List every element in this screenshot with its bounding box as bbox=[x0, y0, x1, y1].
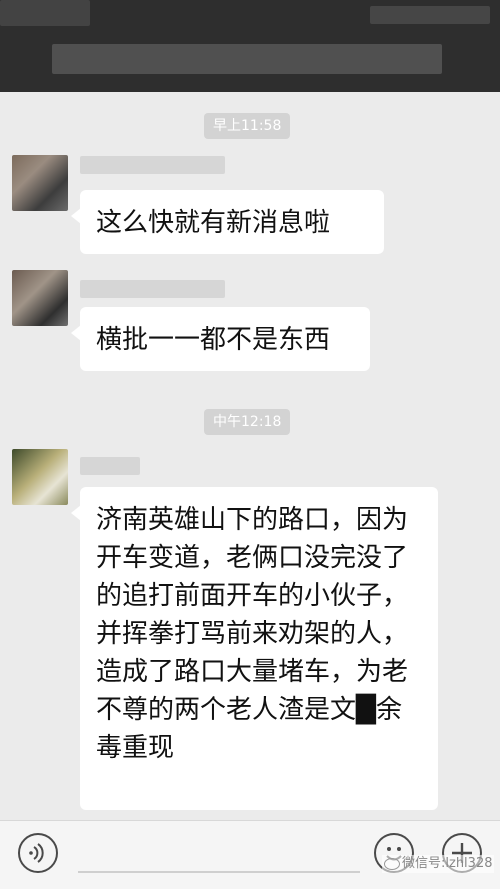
sender-name-blurred bbox=[80, 156, 225, 174]
sender-avatar[interactable] bbox=[12, 155, 68, 211]
sender-name-blurred bbox=[80, 457, 140, 475]
watermark-text: 微信号:lzhl328 bbox=[402, 856, 493, 871]
message-bubble[interactable]: 横批一一都不是东西 bbox=[71, 307, 370, 371]
voice-icon[interactable] bbox=[18, 833, 58, 873]
message-bubble[interactable]: 济南英雄山下的路口，因为开车变道，老俩口没完没了的追打前面开车的小伙子，并挥拳打… bbox=[71, 487, 438, 810]
message-bubble[interactable]: 这么快就有新消息啦 bbox=[71, 190, 384, 254]
chat-title-blurred bbox=[52, 44, 442, 74]
sender-avatar[interactable] bbox=[12, 270, 68, 326]
message-text: 济南英雄山下的路口，因为开车变道，老俩口没完没了的追打前面开车的小伙子，并挥拳打… bbox=[96, 505, 409, 763]
message-input[interactable] bbox=[78, 871, 360, 873]
message-text: 这么快就有新消息啦 bbox=[96, 208, 331, 238]
status-bar-right-blurred bbox=[370, 6, 490, 24]
sender-name-blurred bbox=[80, 280, 225, 298]
status-bar-left-blurred bbox=[0, 0, 90, 26]
sender-avatar[interactable] bbox=[12, 449, 68, 505]
timestamp-chip: 早上11:58 bbox=[204, 113, 291, 139]
wechat-watermark: 微信号:lzhl328 bbox=[382, 855, 495, 873]
timestamp-chip: 中午12:18 bbox=[204, 409, 291, 435]
wechat-logo-icon bbox=[384, 857, 400, 870]
message-text: 横批一一都不是东西 bbox=[96, 325, 331, 355]
chat-header bbox=[0, 0, 500, 92]
